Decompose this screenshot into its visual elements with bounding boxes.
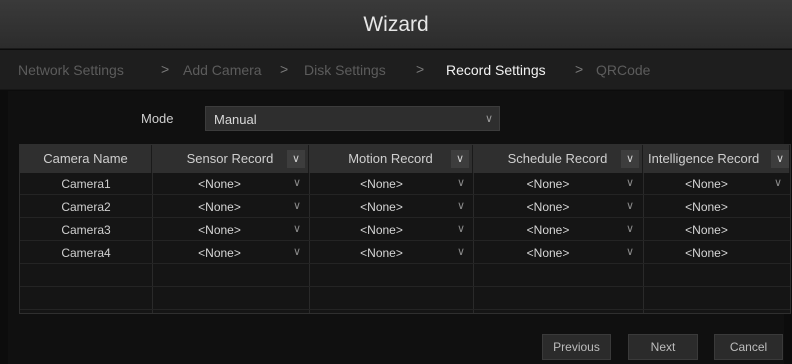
column-header-camera-name: Camera Name xyxy=(20,145,152,173)
chevron-down-icon: ∨ xyxy=(457,223,466,235)
cancel-button[interactable]: Cancel xyxy=(714,334,783,360)
select-value: <None> xyxy=(198,200,241,214)
step-separator: > xyxy=(416,61,425,77)
chevron-down-icon: ∨ xyxy=(626,246,635,258)
camera-name: Camera3 xyxy=(61,223,111,237)
step-disk-settings[interactable]: Disk Settings xyxy=(304,62,386,78)
mode-select[interactable]: Manual ∨ xyxy=(205,106,500,131)
column-header-motion-record: Motion Record ∨ xyxy=(309,145,473,173)
step-separator: > xyxy=(575,61,584,77)
previous-button[interactable]: Previous xyxy=(542,334,611,360)
chevron-down-icon: ∨ xyxy=(626,200,635,212)
select-value: <None> xyxy=(526,246,570,260)
column-header-sensor-record: Sensor Record ∨ xyxy=(152,145,309,173)
step-separator: > xyxy=(280,61,289,77)
chevron-down-icon: ∨ xyxy=(626,177,635,189)
select-value: <None> xyxy=(360,177,403,191)
table-row: Camera1 <None> ∨ <None> ∨ <None> ∨ <None… xyxy=(20,173,790,195)
empty-row xyxy=(20,265,790,287)
chevron-down-icon: ∨ xyxy=(457,200,466,212)
chevron-down-icon[interactable]: ∨ xyxy=(771,150,789,168)
select-value: <None> xyxy=(526,177,570,191)
step-separator: > xyxy=(161,61,170,77)
column-header-label: Intelligence Record xyxy=(648,151,760,166)
chevron-down-icon: ∨ xyxy=(293,177,302,189)
step-add-camera[interactable]: Add Camera xyxy=(183,62,262,78)
chevron-down-icon: ∨ xyxy=(457,246,466,258)
chevron-down-icon: ∨ xyxy=(457,177,466,189)
chevron-down-icon[interactable]: ∨ xyxy=(287,150,305,168)
step-record-settings[interactable]: Record Settings xyxy=(446,62,546,78)
camera-name: Camera2 xyxy=(61,200,111,214)
next-button[interactable]: Next xyxy=(628,334,698,360)
window-title: Wizard xyxy=(363,13,429,36)
select-value: <None> xyxy=(198,246,241,260)
select-value: <None> xyxy=(526,223,570,237)
select-value: <None> xyxy=(685,246,728,260)
chevron-down-icon: ∨ xyxy=(774,177,783,189)
wizard-steps: Network Settings > Add Camera > Disk Set… xyxy=(0,50,792,90)
column-header-label: Motion Record xyxy=(348,151,433,166)
select-value: <None> xyxy=(685,177,728,191)
select-value: <None> xyxy=(360,200,403,214)
select-value: <None> xyxy=(198,223,241,237)
select-value: <None> xyxy=(685,200,728,214)
column-header-label: Schedule Record xyxy=(507,151,608,166)
chevron-down-icon: ∨ xyxy=(293,246,302,258)
column-header-intelligence-record: Intelligence Record ∨ xyxy=(643,145,790,173)
chevron-down-icon: ∨ xyxy=(293,223,302,235)
table-row: Camera4 <None> ∨ <None> ∨ <None> ∨ <None… xyxy=(20,242,790,264)
record-table: Camera Name Sensor Record ∨ Motion Recor… xyxy=(19,144,791,314)
step-network-settings[interactable]: Network Settings xyxy=(18,62,124,78)
camera-name: Camera1 xyxy=(61,177,111,191)
chevron-down-icon: ∨ xyxy=(293,200,302,212)
column-header-label: Camera Name xyxy=(43,151,128,166)
chevron-down-icon: ∨ xyxy=(484,113,493,125)
select-value: <None> xyxy=(526,200,570,214)
chevron-down-icon: ∨ xyxy=(626,223,635,235)
chevron-down-icon[interactable]: ∨ xyxy=(451,150,469,168)
mode-label: Mode xyxy=(141,111,174,126)
title-bar: Wizard xyxy=(0,0,792,49)
step-qrcode[interactable]: QRCode xyxy=(596,62,650,78)
select-value: <None> xyxy=(198,177,241,191)
select-value: <None> xyxy=(685,223,728,237)
mode-value: Manual xyxy=(214,112,257,127)
column-header-label: Sensor Record xyxy=(186,151,274,166)
column-header-schedule-record: Schedule Record ∨ xyxy=(473,145,643,173)
table-row: Camera2 <None> ∨ <None> ∨ <None> ∨ <None… xyxy=(20,196,790,218)
select-value: <None> xyxy=(360,246,403,260)
table-row: Camera3 <None> ∨ <None> ∨ <None> ∨ <None… xyxy=(20,219,790,241)
select-value: <None> xyxy=(360,223,403,237)
empty-row xyxy=(20,288,790,310)
camera-name: Camera4 xyxy=(61,246,111,260)
chevron-down-icon[interactable]: ∨ xyxy=(621,150,639,168)
